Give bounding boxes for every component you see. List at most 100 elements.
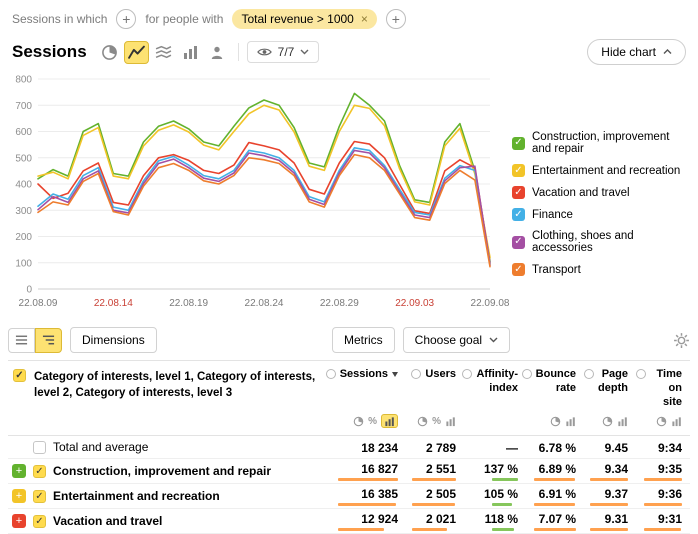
column-label: Users xyxy=(425,368,456,382)
value-bar xyxy=(338,478,398,481)
metric-value: 9.31 xyxy=(605,512,628,526)
row-checkbox[interactable] xyxy=(33,441,46,454)
table-row[interactable]: +✓Entertainment and recreation16 3852 50… xyxy=(8,484,690,509)
column-label: Page depth xyxy=(598,368,628,396)
metric-value: 9:34 xyxy=(658,441,682,455)
metric-cell: — xyxy=(464,438,526,457)
metric-value: 2 505 xyxy=(426,487,456,501)
series-checkbox-icon[interactable]: ✓ xyxy=(512,164,525,177)
expand-row-button[interactable]: + xyxy=(12,464,26,478)
legend-item[interactable]: ✓Transport xyxy=(512,263,690,276)
metrics-button[interactable]: Metrics xyxy=(332,327,395,353)
legend-label: Vacation and travel xyxy=(532,187,630,199)
column-header-affinity[interactable]: Affinity-index xyxy=(464,368,526,396)
depth-display-switcher xyxy=(584,416,636,427)
svg-text:700: 700 xyxy=(15,101,32,112)
mini-pie-icon[interactable] xyxy=(602,416,613,427)
mini-pie-icon[interactable] xyxy=(353,416,364,427)
metric-value: 137 % xyxy=(484,462,518,476)
chevron-down-icon xyxy=(489,337,498,343)
dimensions-button[interactable]: Dimensions xyxy=(70,327,157,353)
table-row[interactable]: Total and average18 2342 789—6.78 %9.459… xyxy=(8,436,690,459)
row-checkbox[interactable]: ✓ xyxy=(33,465,46,478)
metric-cell: 9:35 xyxy=(636,459,690,483)
metric-value: 9:35 xyxy=(658,462,682,476)
column-header-sessions[interactable]: Sessions xyxy=(332,368,406,382)
eye-icon xyxy=(257,47,272,57)
flat-list-view-button[interactable] xyxy=(8,328,35,353)
chart-area: 010020030040050060070080022.08.0922.08.1… xyxy=(0,69,698,313)
column-header-time[interactable]: Time on site xyxy=(636,368,690,409)
column-header-depth[interactable]: Page depth xyxy=(584,368,636,396)
metric-value: 16 385 xyxy=(361,487,398,501)
series-checkbox-icon[interactable]: ✓ xyxy=(512,137,525,150)
add-people-condition-button[interactable]: + xyxy=(386,9,406,29)
value-bar xyxy=(590,503,628,506)
column-chart-button[interactable] xyxy=(178,41,203,64)
remove-tag-icon[interactable]: × xyxy=(361,12,368,26)
column-header-users[interactable]: Users xyxy=(406,368,464,382)
metric-value: 9.45 xyxy=(605,441,628,455)
column-header-bounce[interactable]: Bounce rate xyxy=(526,368,584,396)
mini-bars-icon[interactable] xyxy=(671,416,682,427)
metric-value: 12 924 xyxy=(361,512,398,526)
mini-bars-icon[interactable] xyxy=(445,416,456,427)
legend-item[interactable]: ✓Finance xyxy=(512,208,690,221)
series-checkbox-icon[interactable]: ✓ xyxy=(512,236,525,249)
svg-text:22.08.09: 22.08.09 xyxy=(19,298,58,309)
expand-row-button[interactable]: + xyxy=(12,514,26,528)
row-checkbox[interactable]: ✓ xyxy=(33,490,46,503)
table-row[interactable]: +✓Vacation and travel12 9242 021118 %7.0… xyxy=(8,509,690,534)
table-settings-button[interactable] xyxy=(673,332,690,349)
value-bar xyxy=(338,503,398,506)
select-all-checkbox[interactable]: ✓ xyxy=(13,369,26,382)
mini-pie-icon[interactable] xyxy=(417,416,428,427)
mini-bars-active[interactable] xyxy=(381,414,398,428)
tree-list-icon xyxy=(42,334,55,346)
mini-bars-icon[interactable] xyxy=(565,416,576,427)
metric-value: 6.91 % xyxy=(539,487,576,501)
mini-bars-icon[interactable] xyxy=(617,416,628,427)
legend-item[interactable]: ✓Construction, improvement and repair xyxy=(512,131,690,155)
legend-item[interactable]: ✓Entertainment and recreation xyxy=(512,164,690,177)
sessions-line-chart: 010020030040050060070080022.08.0922.08.1… xyxy=(4,69,512,313)
metric-info-icon xyxy=(522,369,532,379)
legend-item[interactable]: ✓ Vacation and travel xyxy=(512,186,690,199)
value-bar xyxy=(492,528,518,531)
hide-chart-button[interactable]: Hide chart xyxy=(587,39,686,65)
metrics-label: Metrics xyxy=(344,333,383,347)
choose-goal-button[interactable]: Choose goal xyxy=(403,327,510,353)
table-row[interactable]: +✓Construction, improvement and repair16… xyxy=(8,459,690,484)
tree-list-view-button[interactable] xyxy=(35,328,62,353)
mini-percent-icon[interactable]: % xyxy=(368,416,377,427)
mini-pie-icon[interactable] xyxy=(656,416,667,427)
value-bar xyxy=(412,528,456,531)
chevron-down-icon xyxy=(300,49,309,55)
add-session-condition-button[interactable]: + xyxy=(116,9,136,29)
row-label: Vacation and travel xyxy=(53,514,162,528)
line-chart-button[interactable] xyxy=(124,41,149,64)
metric-info-icon xyxy=(462,369,472,379)
pie-chart-button[interactable] xyxy=(97,41,122,64)
metric-cell: 16 827 xyxy=(332,459,406,483)
metric-cell: 118 % xyxy=(464,509,526,533)
series-checkbox-icon[interactable]: ✓ xyxy=(512,263,525,276)
series-checkbox-icon[interactable]: ✓ xyxy=(512,186,525,199)
metric-value: 2 551 xyxy=(426,462,456,476)
svg-text:22.08.14: 22.08.14 xyxy=(94,298,133,309)
metric-value: 16 827 xyxy=(361,462,398,476)
stacked-chart-button[interactable] xyxy=(151,41,176,64)
series-checkbox-icon[interactable]: ✓ xyxy=(512,208,525,221)
segment-tag[interactable]: Total revenue > 1000 × xyxy=(232,9,376,29)
legend-item[interactable]: ✓Clothing, shoes and accessories xyxy=(512,230,690,254)
svg-text:300: 300 xyxy=(15,206,32,217)
expand-row-button[interactable]: + xyxy=(12,489,26,503)
table-header: ✓ Category of interests, level 1, Catego… xyxy=(8,360,690,411)
mini-percent-icon[interactable]: % xyxy=(432,416,441,427)
row-checkbox[interactable]: ✓ xyxy=(33,515,46,528)
audience-chart-button[interactable] xyxy=(205,41,230,64)
mini-pie-icon[interactable] xyxy=(550,416,561,427)
svg-text:22.08.24: 22.08.24 xyxy=(245,298,284,309)
visible-series-dropdown[interactable]: 7/7 xyxy=(247,41,320,63)
dimension-header-cell: ✓ Category of interests, level 1, Catego… xyxy=(8,368,332,401)
